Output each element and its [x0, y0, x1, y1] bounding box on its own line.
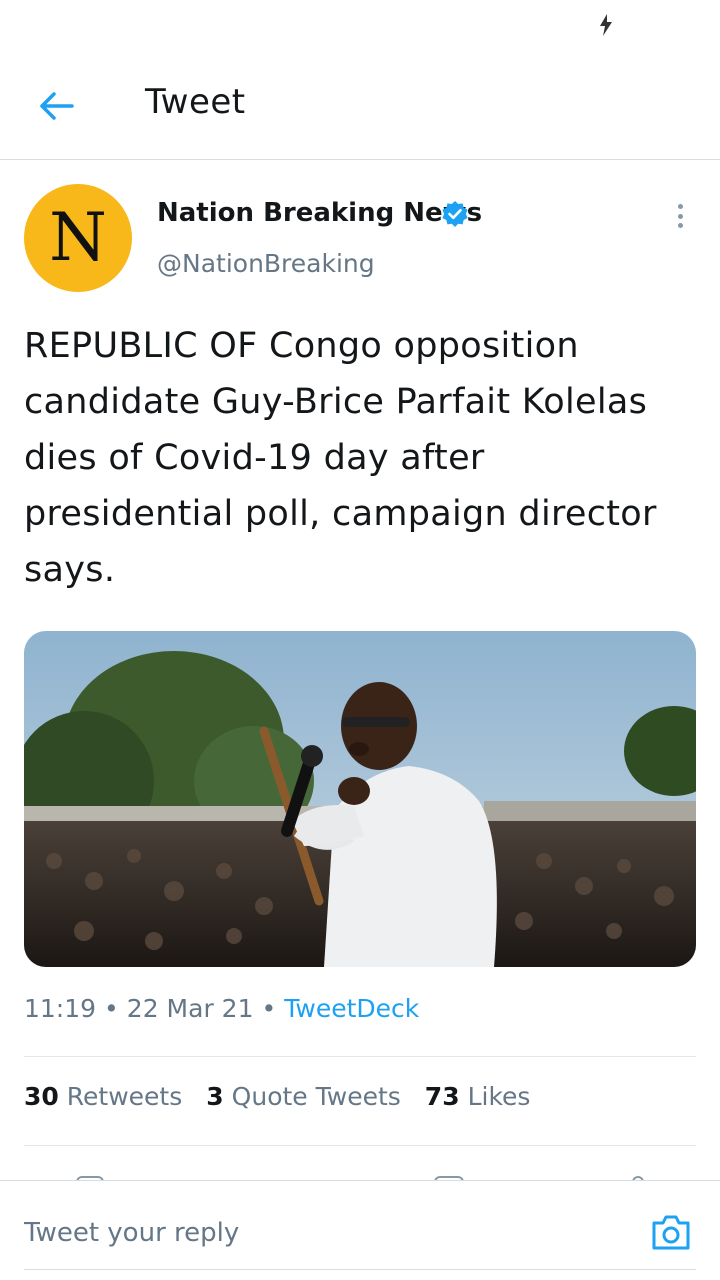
- verified-badge-icon: [442, 201, 468, 227]
- camera-icon[interactable]: [650, 1211, 692, 1253]
- author-handle[interactable]: @NationBreaking: [157, 249, 375, 278]
- retweets-count: 30: [24, 1082, 59, 1111]
- quotes-count: 3: [206, 1082, 224, 1111]
- back-button[interactable]: [30, 80, 82, 132]
- meta-separator: •: [104, 994, 119, 1023]
- likes-stat[interactable]: 73 Likes: [425, 1082, 531, 1111]
- reply-input[interactable]: [24, 1213, 604, 1253]
- reply-underline: [24, 1269, 696, 1270]
- tweet-stats: 30 Retweets 3 Quote Tweets 73 Likes: [24, 1082, 530, 1111]
- reply-bar: [0, 1180, 720, 1280]
- tweet-text: REPUBLIC OF Congo opposition candidate G…: [24, 326, 657, 590]
- meta-separator: •: [261, 994, 277, 1023]
- charging-bolt-icon: [600, 14, 612, 36]
- retweets-label: Retweets: [66, 1082, 183, 1111]
- more-vertical-icon: [677, 204, 683, 209]
- tweet-time: 11:19: [24, 994, 97, 1023]
- tweet-photo[interactable]: [24, 631, 696, 967]
- tweet-author-header: N Nation Breaking News @NationBreaking: [0, 160, 720, 310]
- divider: [24, 1056, 696, 1057]
- tweet-source-link[interactable]: TweetDeck: [284, 994, 419, 1023]
- likes-label: Likes: [467, 1082, 531, 1111]
- retweets-stat[interactable]: 30 Retweets: [24, 1082, 182, 1111]
- photo-image: [24, 631, 696, 967]
- author-name[interactable]: Nation Breaking News: [157, 198, 482, 228]
- avatar[interactable]: N: [24, 184, 132, 292]
- divider: [24, 1145, 696, 1146]
- more-options-button[interactable]: [664, 200, 696, 232]
- quotes-label: Quote Tweets: [231, 1082, 401, 1111]
- app-header: Tweet: [0, 52, 720, 160]
- likes-count: 73: [424, 1082, 460, 1111]
- status-bar: [0, 0, 720, 52]
- quote-tweets-stat[interactable]: 3 Quote Tweets: [206, 1082, 401, 1111]
- tweet-timestamp: 11:19 • 22 Mar 21 • TweetDeck: [24, 994, 419, 1023]
- avatar-letter: N: [49, 199, 107, 276]
- arrow-left-icon: [40, 92, 74, 120]
- tweet-date: 22 Mar 21: [126, 994, 254, 1023]
- page-title: Tweet: [145, 82, 246, 122]
